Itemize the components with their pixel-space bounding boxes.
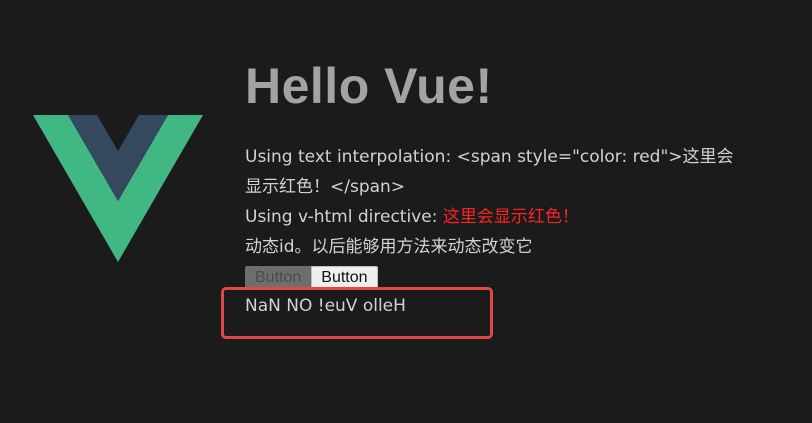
vhtml-red-text: 这里会显示红色！ — [442, 207, 579, 227]
vhtml-line: Using v-html directive: 这里会显示红色！ — [245, 202, 765, 232]
dynamic-id-line: 动态id。以后能够用方法来动态改变它 — [245, 237, 533, 257]
text-interpolation-line: Using text interpolation: <span style="c… — [245, 147, 734, 197]
app-content: Hello Vue! Using text interpolation: <sp… — [245, 58, 765, 318]
vue-logo-icon — [33, 115, 203, 262]
page-title: Hello Vue! — [245, 58, 493, 114]
vhtml-label: Using v-html directive: — [245, 207, 443, 227]
highlight-annotation-box — [221, 287, 493, 339]
